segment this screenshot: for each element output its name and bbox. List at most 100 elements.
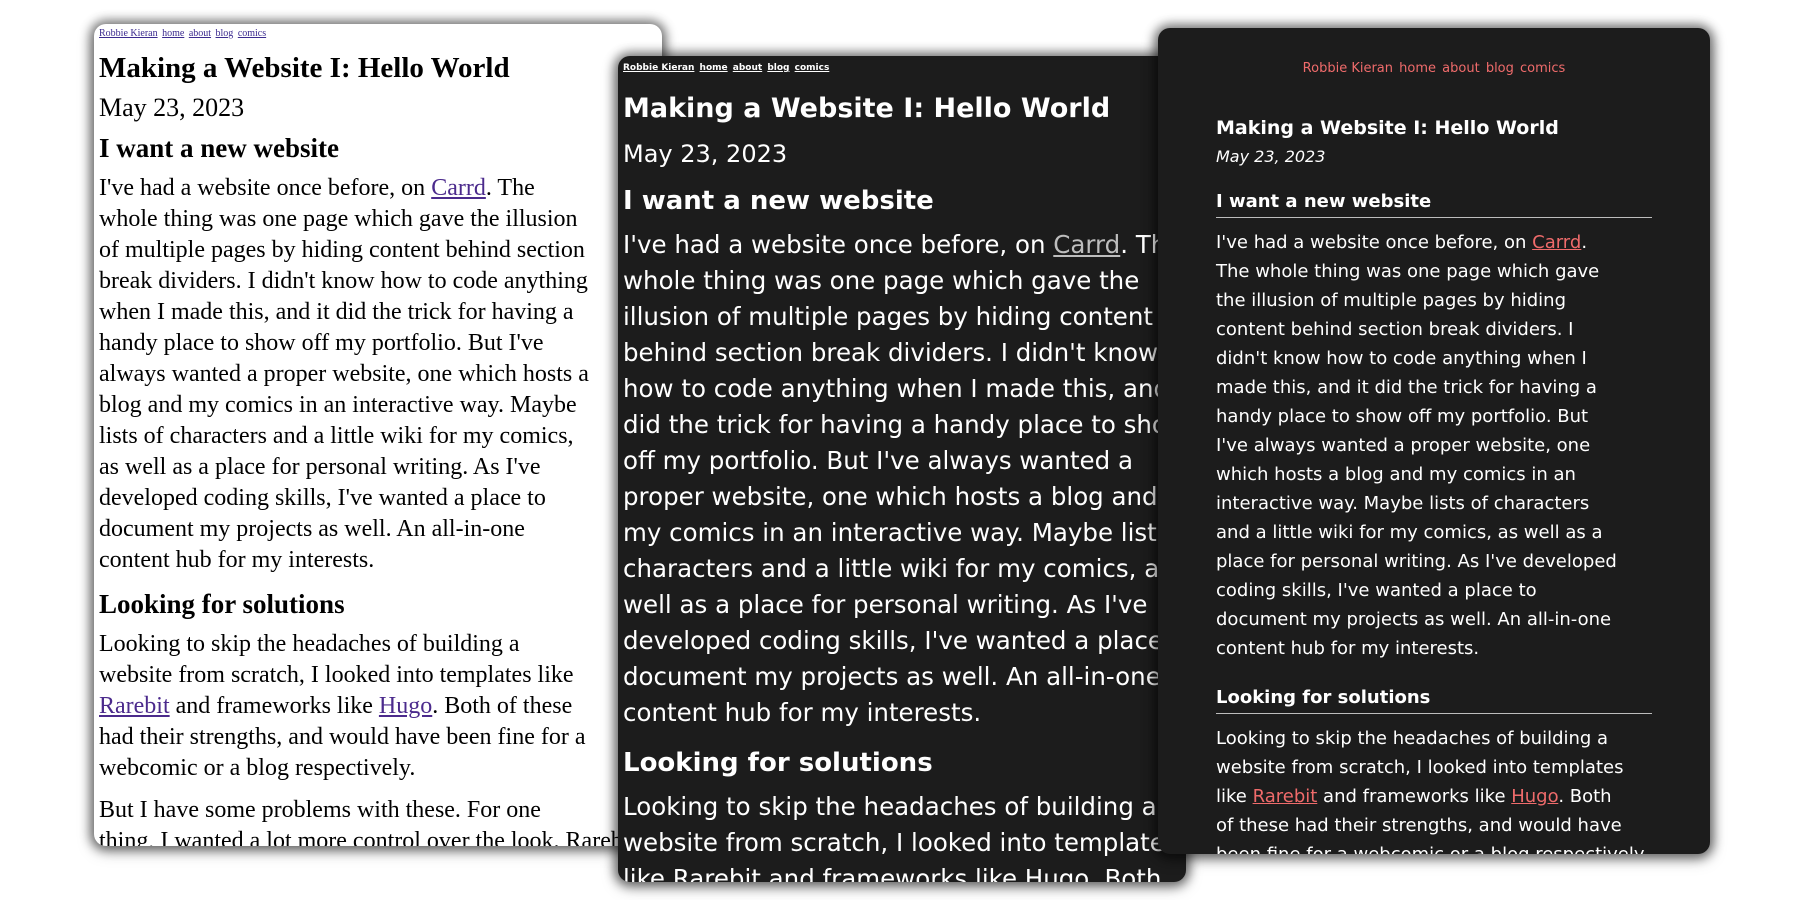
nav-link-site-name[interactable]: Robbie Kieran <box>1303 61 1393 76</box>
text-line: place for personal writing. As I've deve… <box>1216 547 1652 576</box>
paragraph-intro: I've had a website once before, on Carrd… <box>623 227 1186 731</box>
text-run: website from scratch, I looked into temp… <box>99 662 574 688</box>
text-run: like Rarebit and frameworks like Hugo. B… <box>623 864 1162 882</box>
text-line: content hub for my interests. <box>1216 634 1652 663</box>
text-run: and frameworks like <box>169 693 379 719</box>
browser-window-unstyled: Robbie Kieran home about blog comics Mak… <box>94 24 662 846</box>
text-line: which hosts a blog and my comics in an <box>1216 460 1652 489</box>
paragraph-solutions: Looking to skip the headaches of buildin… <box>1216 724 1652 854</box>
text-run: document my projects as well. An all-in-… <box>1216 609 1612 630</box>
post-title: Making a Website I: Hello World <box>623 93 1111 124</box>
text-line: the illusion of multiple pages by hiding <box>1216 286 1652 315</box>
text-line: handy place to show off my portfolio. Bu… <box>1216 402 1652 431</box>
text-line: of multiple pages by hiding content behi… <box>99 235 647 266</box>
link-carrd[interactable]: Carrd <box>431 175 486 201</box>
link-hugo[interactable]: Hugo <box>379 693 432 719</box>
text-run: But I have some problems with these. For… <box>99 797 541 823</box>
nav-link-comics[interactable]: comics <box>795 63 830 73</box>
text-run: characters and a little wiki for my comi… <box>623 554 1173 583</box>
text-run: which hosts a blog and my comics in an <box>1216 464 1576 485</box>
text-line: always wanted a proper website, one whic… <box>99 359 647 390</box>
browser-window-dark-styled: Robbie Kieran home about blog comics Mak… <box>1158 28 1710 854</box>
text-run: off my portfolio. But I've always wanted… <box>623 446 1133 475</box>
nav-link-blog[interactable]: blog <box>1486 61 1514 76</box>
text-line: Looking to skip the headaches of buildin… <box>99 629 647 660</box>
link-carrd[interactable]: Carrd <box>1053 230 1120 259</box>
text-run: well as a place for personal writing. As… <box>623 590 1148 619</box>
text-line: website from scratch, I looked into temp… <box>1216 753 1652 782</box>
text-run: Looking to skip the headaches of buildin… <box>1216 728 1609 749</box>
text-line: didn't know how to code anything when I <box>1216 344 1652 373</box>
text-run: my comics in an interactive way. Maybe l… <box>623 518 1186 547</box>
nav-link-home[interactable]: home <box>700 63 728 73</box>
section-heading-new-website: I want a new website <box>99 133 339 163</box>
link-hugo[interactable]: Hugo <box>1511 786 1558 807</box>
text-line: behind section break dividers. I didn't … <box>623 335 1183 371</box>
paragraph-intro: I've had a website once before, on Carrd… <box>1216 228 1652 663</box>
nav-link-site-name[interactable]: Robbie Kieran <box>623 63 694 73</box>
text-run: . Both <box>1558 786 1612 807</box>
text-line: off my portfolio. But I've always wanted… <box>623 443 1183 479</box>
link-carrd[interactable]: Carrd <box>1532 232 1581 253</box>
section-heading-solutions: Looking for solutions <box>1216 685 1652 714</box>
text-line: as well as a place for personal writing.… <box>99 452 647 483</box>
nav-link-about[interactable]: about <box>733 63 762 73</box>
text-line: when I made this, and it did the trick f… <box>99 297 647 328</box>
section-heading-solutions: Looking for solutions <box>99 589 345 619</box>
text-line: I've had a website once before, on Carrd… <box>623 227 1183 263</box>
text-run: did the trick for having a handy place t… <box>623 410 1186 439</box>
text-line: did the trick for having a handy place t… <box>623 407 1186 443</box>
text-line: had their strengths, and would have been… <box>99 722 647 753</box>
text-run: lists of characters and a little wiki fo… <box>99 423 574 449</box>
text-line: like Rarebit and frameworks like Hugo. B… <box>1216 782 1652 811</box>
text-line: website from scratch, I looked into temp… <box>99 660 647 691</box>
text-run: of these had their strengths, and would … <box>1216 815 1622 836</box>
text-run: I've had a website once before, on <box>1216 232 1533 253</box>
post-date: May 23, 2023 <box>623 140 788 168</box>
section-heading-new-website: I want a new website <box>1216 189 1652 218</box>
nav-link-about[interactable]: about <box>1442 61 1480 76</box>
text-run: thing, I wanted a lot more control over … <box>99 828 637 846</box>
text-line: illusion of multiple pages by hiding con… <box>623 299 1183 335</box>
text-run: content hub for my interests. <box>99 547 375 573</box>
text-run: and a little wiki for my comics, as well… <box>1216 522 1603 543</box>
text-line: developed coding skills, I've wanted a p… <box>99 483 647 514</box>
text-run: developed coding skills, I've wanted a p… <box>623 626 1186 655</box>
section-heading-solutions: Looking for solutions <box>623 748 933 778</box>
text-run: been fine for a webcomic or a blog respe… <box>1216 844 1648 854</box>
article: Making a Website I: Hello World May 23, … <box>1216 114 1652 854</box>
text-line: like Rarebit and frameworks like Hugo. B… <box>623 861 1183 882</box>
nav-link-comics[interactable]: comics <box>238 28 266 39</box>
site-nav: Robbie Kieran home about blog comics <box>623 63 831 73</box>
text-line: content hub for my interests. <box>623 695 1183 731</box>
text-run: handy place to show off my portfolio. Bu… <box>99 330 544 356</box>
text-run: handy place to show off my portfolio. Bu… <box>1216 406 1589 427</box>
browser-window-dark-large: Robbie Kieran home about blog comics Mak… <box>618 56 1186 882</box>
text-run: whole thing was one page which gave the <box>623 266 1140 295</box>
text-run: the illusion of multiple pages by hiding <box>1216 290 1567 311</box>
nav-link-home[interactable]: home <box>1399 61 1436 76</box>
paragraph-intro: I've had a website once before, on Carrd… <box>99 173 647 576</box>
text-line: been fine for a webcomic or a blog respe… <box>1216 840 1652 854</box>
text-run: document my projects as well. An all-in-… <box>623 662 1161 691</box>
nav-link-home[interactable]: home <box>162 28 184 39</box>
text-line: I've always wanted a proper website, one <box>1216 431 1652 460</box>
nav-link-site-name[interactable]: Robbie Kieran <box>99 28 158 39</box>
nav-link-about[interactable]: about <box>189 28 211 39</box>
nav-link-blog[interactable]: blog <box>767 63 789 73</box>
text-line: interactive way. Maybe lists of characte… <box>1216 489 1652 518</box>
text-run: Looking to skip the headaches of buildin… <box>623 792 1157 821</box>
text-run: illusion of multiple pages by hiding con… <box>623 302 1154 331</box>
nav-link-blog[interactable]: blog <box>216 28 234 39</box>
text-run: of multiple pages by hiding content behi… <box>99 237 585 263</box>
text-run: I've always wanted a proper website, one <box>1216 435 1591 456</box>
text-line: content hub for my interests. <box>99 545 647 576</box>
post-date: May 23, 2023 <box>99 93 245 122</box>
link-rarebit[interactable]: Rarebit <box>1253 786 1318 807</box>
link-rarebit[interactable]: Rarebit <box>99 693 170 719</box>
text-line: blog and my comics in an interactive way… <box>99 390 647 421</box>
text-run: as well as a place for personal writing.… <box>99 454 541 480</box>
nav-link-comics[interactable]: comics <box>1520 61 1565 76</box>
post-title: Making a Website I: Hello World <box>1216 117 1559 139</box>
text-run: when I made this, and it did the trick f… <box>99 299 574 325</box>
